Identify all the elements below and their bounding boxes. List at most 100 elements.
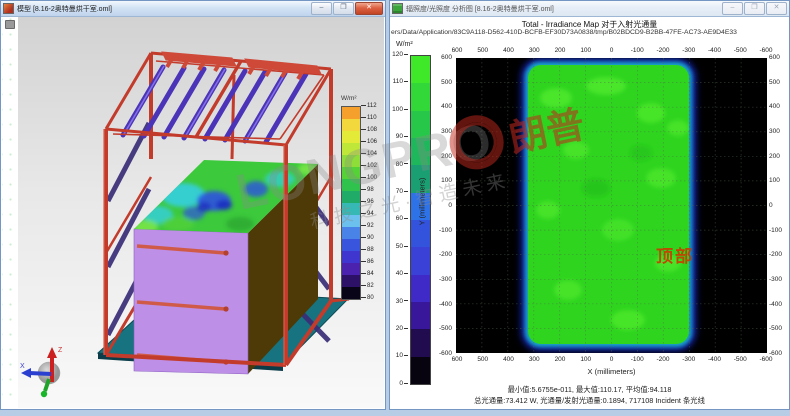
model-3d-scene: Z X bbox=[18, 17, 386, 411]
minimize-button[interactable]: – bbox=[311, 2, 332, 15]
tick-label: -200 bbox=[432, 251, 452, 258]
scale-label: 80 bbox=[361, 295, 374, 301]
irradiance-map-plot bbox=[456, 58, 767, 353]
scale-label: 110 bbox=[393, 78, 408, 85]
colorbar-segment bbox=[342, 275, 360, 287]
tick-label: -400 bbox=[769, 301, 789, 308]
colorbar-segment bbox=[342, 215, 360, 227]
tick-label: 0 bbox=[432, 202, 452, 209]
close-button[interactable]: ✕ bbox=[355, 2, 383, 15]
tick-label: -200 bbox=[652, 47, 674, 54]
tick-label: 0 bbox=[601, 356, 623, 363]
close-button[interactable]: ✕ bbox=[766, 2, 787, 15]
tick-label: -100 bbox=[626, 356, 648, 363]
orientation-axes-widget[interactable]: Z X bbox=[20, 347, 63, 397]
tick-label: 100 bbox=[575, 356, 597, 363]
x-axis-label: X (millimeters) bbox=[456, 367, 767, 376]
scale-label: 120 bbox=[392, 51, 408, 58]
tick-label: -200 bbox=[652, 356, 674, 363]
restore-button[interactable]: ❐ bbox=[333, 2, 354, 15]
scale-label: 10 bbox=[396, 352, 408, 359]
colorbar-scale-labels: 1201101009080706050403020100 bbox=[392, 55, 408, 385]
tick-label: -300 bbox=[769, 276, 789, 283]
tick-label: -300 bbox=[432, 276, 452, 283]
y-axis-ball bbox=[41, 391, 47, 397]
irradiance-map-canvas[interactable]: 顶部 bbox=[456, 58, 767, 353]
y-ticks-right: 6005004003002001000-100-200-300-400-500-… bbox=[769, 54, 789, 357]
scale-label: 50 bbox=[396, 243, 408, 250]
colorbar-segment bbox=[411, 329, 430, 356]
tick-label: -100 bbox=[432, 227, 452, 234]
colorbar-segment bbox=[342, 251, 360, 263]
tree-collapse-icon[interactable] bbox=[5, 20, 15, 29]
scale-label: 112 bbox=[361, 103, 377, 109]
tick-label: 100 bbox=[432, 177, 452, 184]
colorbar-segment bbox=[411, 247, 430, 274]
model-legend: W/m² 11211010810610410210098969492908886… bbox=[331, 95, 391, 104]
minimize-button[interactable]: – bbox=[722, 2, 743, 15]
model-window-icon bbox=[3, 3, 14, 14]
x-ticks-top: 6005004003002001000-100-200-300-400-500-… bbox=[446, 47, 777, 54]
scale-label: 40 bbox=[396, 270, 408, 277]
restore-button[interactable]: ❐ bbox=[744, 2, 765, 15]
tick-label: -600 bbox=[432, 350, 452, 357]
model-window-title: 模型 [8.16-2奥特曼烘干室.oml] bbox=[17, 4, 310, 14]
scale-label: 82 bbox=[361, 283, 374, 289]
irradiance-map-window: 辐照度/光照度 分析图 [8.16-2奥特曼烘干室.oml] – ❐ ✕ Tot… bbox=[389, 0, 790, 410]
x-axis-arrow bbox=[29, 373, 51, 374]
y-axis-label: Y (millimeters) bbox=[418, 162, 427, 242]
y-ticks-left: 6005004003002001000-100-200-300-400-500-… bbox=[432, 54, 452, 357]
tick-label: 400 bbox=[432, 103, 452, 110]
scale-label: 104 bbox=[361, 151, 377, 157]
x-axis-label: X bbox=[20, 363, 25, 370]
colorbar-segment bbox=[411, 83, 430, 110]
tick-label: 600 bbox=[769, 54, 789, 61]
colorbar-segment bbox=[342, 167, 360, 179]
scale-label: 90 bbox=[396, 133, 408, 140]
colorbar-segment bbox=[411, 56, 430, 83]
tick-label: 200 bbox=[432, 153, 452, 160]
scale-label: 30 bbox=[396, 298, 408, 305]
scale-label: 100 bbox=[392, 106, 408, 113]
model-legend-colorbar bbox=[341, 106, 361, 300]
tick-label: -600 bbox=[755, 356, 777, 363]
scale-label: 108 bbox=[361, 127, 377, 133]
tick-label: 400 bbox=[769, 103, 789, 110]
colorbar-segment bbox=[342, 203, 360, 215]
surface-annotation: 顶部 bbox=[656, 242, 694, 267]
z-axis-label: Z bbox=[58, 347, 63, 354]
colorbar-unit-label: W/m² bbox=[396, 41, 413, 48]
irradiance-window-titlebar[interactable]: 辐照度/光照度 分析图 [8.16-2奥特曼烘干室.oml] – ❐ ✕ bbox=[390, 1, 789, 17]
tick-label: -600 bbox=[769, 350, 789, 357]
scale-label: 98 bbox=[361, 187, 374, 193]
scale-label: 86 bbox=[361, 259, 374, 265]
model-3d-viewport[interactable]: Z X W/m² 1121101081061041021009896949290… bbox=[18, 17, 384, 408]
model-tree-strip[interactable] bbox=[2, 17, 19, 408]
tick-label: 100 bbox=[575, 47, 597, 54]
tick-label: -100 bbox=[769, 227, 789, 234]
tick-label: -500 bbox=[729, 47, 751, 54]
tick-label: -200 bbox=[769, 251, 789, 258]
tick-label: 300 bbox=[432, 128, 452, 135]
model-window: 模型 [8.16-2奥特曼烘干室.oml] – ❐ ✕ bbox=[0, 0, 386, 410]
colorbar-segment bbox=[342, 131, 360, 143]
colorbar-segment bbox=[342, 155, 360, 167]
scale-label: 102 bbox=[361, 163, 377, 169]
colorbar-segment bbox=[411, 275, 430, 302]
tick-label: 500 bbox=[472, 356, 494, 363]
colorbar-segment bbox=[342, 107, 360, 119]
scale-label: 88 bbox=[361, 247, 374, 253]
model-window-titlebar[interactable]: 模型 [8.16-2奥特曼烘干室.oml] – ❐ ✕ bbox=[1, 1, 385, 17]
tick-label: 400 bbox=[498, 47, 520, 54]
model-legend-unit: W/m² bbox=[341, 95, 391, 102]
tick-label: 400 bbox=[498, 356, 520, 363]
colorbar-segment bbox=[342, 287, 360, 299]
colorbar-segment bbox=[342, 263, 360, 275]
tick-label: -400 bbox=[432, 301, 452, 308]
colorbar-segment bbox=[342, 191, 360, 203]
tick-label: 200 bbox=[549, 356, 571, 363]
scale-label: 106 bbox=[361, 139, 377, 145]
tick-label: -400 bbox=[704, 356, 726, 363]
scale-label: 94 bbox=[361, 211, 374, 217]
scale-label: 20 bbox=[396, 325, 408, 332]
